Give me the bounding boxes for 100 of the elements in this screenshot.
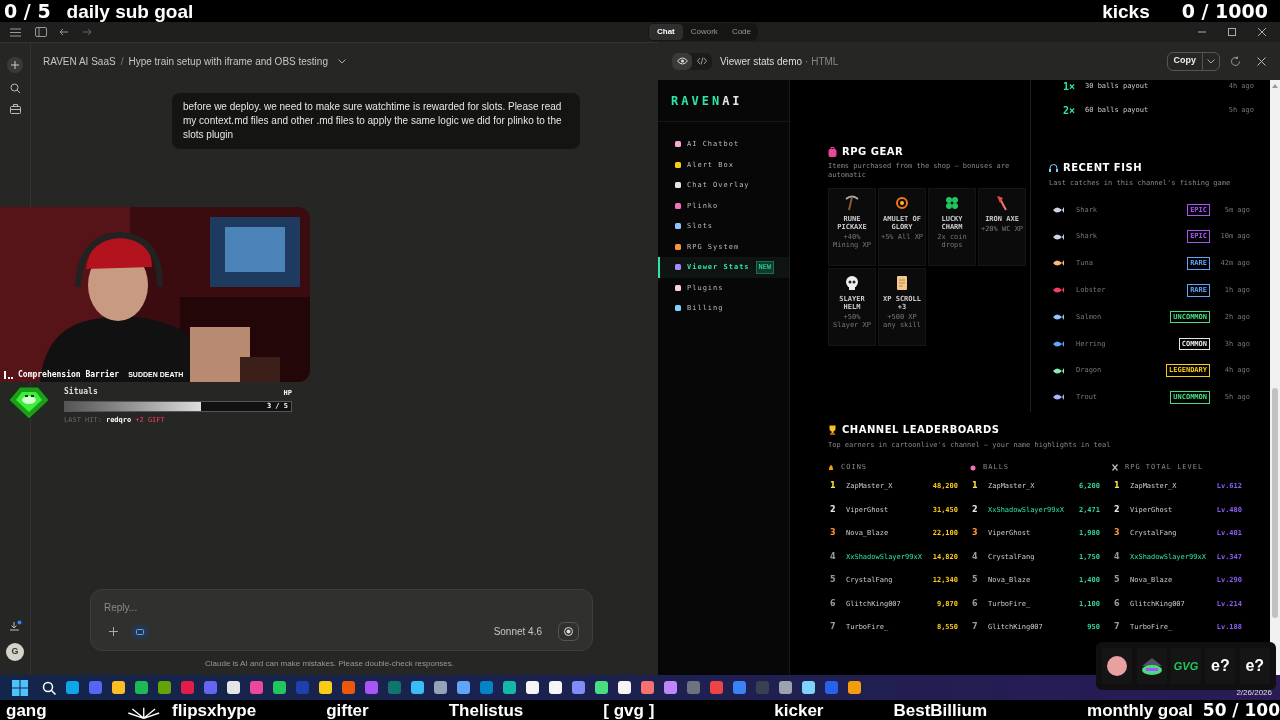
clover-icon	[944, 195, 960, 211]
rank-number: 2	[829, 503, 837, 516]
rank-number: 7	[1113, 621, 1121, 634]
amulet-icon	[894, 195, 910, 211]
plus-icon	[11, 61, 19, 69]
coin-bag-icon	[828, 464, 834, 471]
app-icon[interactable]	[617, 680, 632, 695]
add-icon[interactable]	[109, 627, 118, 636]
supporter-name: gang	[6, 701, 47, 719]
supporter-name: gifter	[326, 701, 369, 719]
supporter-name: kicker	[774, 701, 824, 719]
app-icon[interactable]	[778, 680, 793, 695]
app-icon[interactable]	[847, 680, 862, 695]
rank-number: 5	[1113, 574, 1121, 587]
sub-goal-count: 0 / 5	[4, 1, 51, 21]
voice-button[interactable]	[558, 622, 579, 641]
app-icon[interactable]	[134, 680, 149, 695]
rank-number: 2	[971, 503, 979, 516]
minimize-icon[interactable]	[1198, 28, 1206, 36]
rank-number: 3	[971, 527, 979, 540]
code-icon[interactable]	[697, 57, 707, 65]
new-chat-button[interactable]	[7, 57, 23, 73]
nav-item-icon	[675, 264, 681, 271]
breadcrumb-separator: /	[120, 54, 124, 69]
section-title: CHANNEL LEADERBOARDS	[842, 423, 1000, 437]
rank-number: 1	[829, 480, 837, 493]
sub-goal-label: daily sub goal	[66, 1, 194, 21]
project-button[interactable]	[132, 624, 148, 639]
mode-tab[interactable]: Cowork	[684, 24, 724, 40]
kicks-count: 0 / 1000	[1181, 1, 1268, 21]
multiplier: 2×	[1063, 103, 1077, 118]
challenge-title: Comprehension Barrier	[18, 369, 120, 381]
nav-item-icon	[675, 161, 681, 168]
scrollbar-thumb[interactable]	[1272, 388, 1278, 618]
axe-icon	[994, 195, 1010, 211]
forward-arrow-icon[interactable]	[82, 28, 92, 36]
sidebar-toggle-icon[interactable]	[35, 27, 47, 37]
model-selector[interactable]: Sonnet 4.6	[493, 624, 542, 639]
app-icon[interactable]	[525, 680, 540, 695]
gem-icon	[8, 386, 50, 420]
user-avatar[interactable]: G	[6, 643, 24, 661]
nav-item-icon	[675, 305, 681, 312]
nav-item-icon	[675, 284, 681, 291]
briefcase-icon[interactable]	[9, 104, 21, 114]
backpack-icon	[828, 146, 837, 157]
app-icon[interactable]	[433, 680, 448, 695]
taskbar-date[interactable]: 2/26/2026	[1236, 687, 1272, 699]
search-icon[interactable]	[42, 680, 56, 695]
trophy-icon	[828, 424, 837, 435]
maximize-icon[interactable]	[1228, 28, 1236, 36]
rank-number: 3	[1113, 527, 1121, 540]
scroll-icon	[894, 275, 910, 291]
app-icon[interactable]	[663, 680, 678, 695]
app-icon[interactable]	[318, 680, 333, 695]
rank-number: 7	[829, 621, 837, 634]
download-icon[interactable]	[8, 620, 22, 633]
windows-start-icon[interactable]	[12, 679, 28, 696]
close-icon[interactable]	[1258, 28, 1266, 36]
goal-count: 50 / 100	[1202, 701, 1280, 719]
mode-tab[interactable]: Code	[725, 24, 757, 40]
search-icon[interactable]	[9, 83, 21, 94]
refresh-icon[interactable]	[1230, 55, 1241, 67]
nav-item-icon	[675, 141, 681, 148]
app-icon[interactable]	[801, 680, 816, 695]
ravenai-logo: RAVEN AI	[671, 92, 743, 110]
rank-number: 4	[971, 550, 979, 563]
rank-number: 6	[1113, 597, 1121, 610]
app-icon[interactable]	[111, 680, 126, 695]
artifact-type: · HTML	[805, 54, 839, 69]
goal-label: monthly goal	[1087, 701, 1193, 719]
app-icon[interactable]	[410, 680, 425, 695]
close-icon[interactable]	[1257, 56, 1266, 66]
project-link[interactable]: RAVEN AI SaaS	[43, 53, 116, 69]
chat-title[interactable]: Hype train setup with iframe and OBS testing	[128, 53, 328, 69]
section-title: RPG GEAR	[842, 145, 904, 159]
app-icon[interactable]	[456, 680, 471, 695]
player-name: Situals	[64, 386, 98, 398]
reply-field[interactable]: Reply...	[104, 600, 579, 614]
chevron-down-icon[interactable]	[337, 58, 346, 64]
supporter-name: Thelistus	[448, 701, 524, 719]
folder-icon	[136, 628, 144, 635]
mode-tab[interactable]: Chat	[648, 24, 683, 40]
app-icon[interactable]	[226, 680, 241, 695]
app-icon[interactable]	[548, 680, 563, 695]
record-icon	[564, 627, 573, 636]
rank-number: 2	[1113, 503, 1121, 516]
app-icon[interactable]	[272, 680, 287, 695]
back-arrow-icon[interactable]	[59, 28, 69, 36]
rank-number: 5	[971, 574, 979, 587]
chevron-down-icon[interactable]	[1207, 58, 1215, 64]
pickaxe-icon	[844, 195, 860, 211]
emote-text: e?	[1245, 656, 1265, 676]
preview-toggle[interactable]	[672, 52, 692, 70]
app-icon[interactable]	[502, 680, 517, 695]
app-icon[interactable]	[594, 680, 609, 695]
menu-icon[interactable]	[10, 27, 21, 37]
rank-number: 4	[829, 550, 837, 563]
rank-number: 6	[971, 597, 979, 610]
rank-number: 5	[829, 574, 837, 587]
nav-item-icon	[675, 202, 681, 209]
